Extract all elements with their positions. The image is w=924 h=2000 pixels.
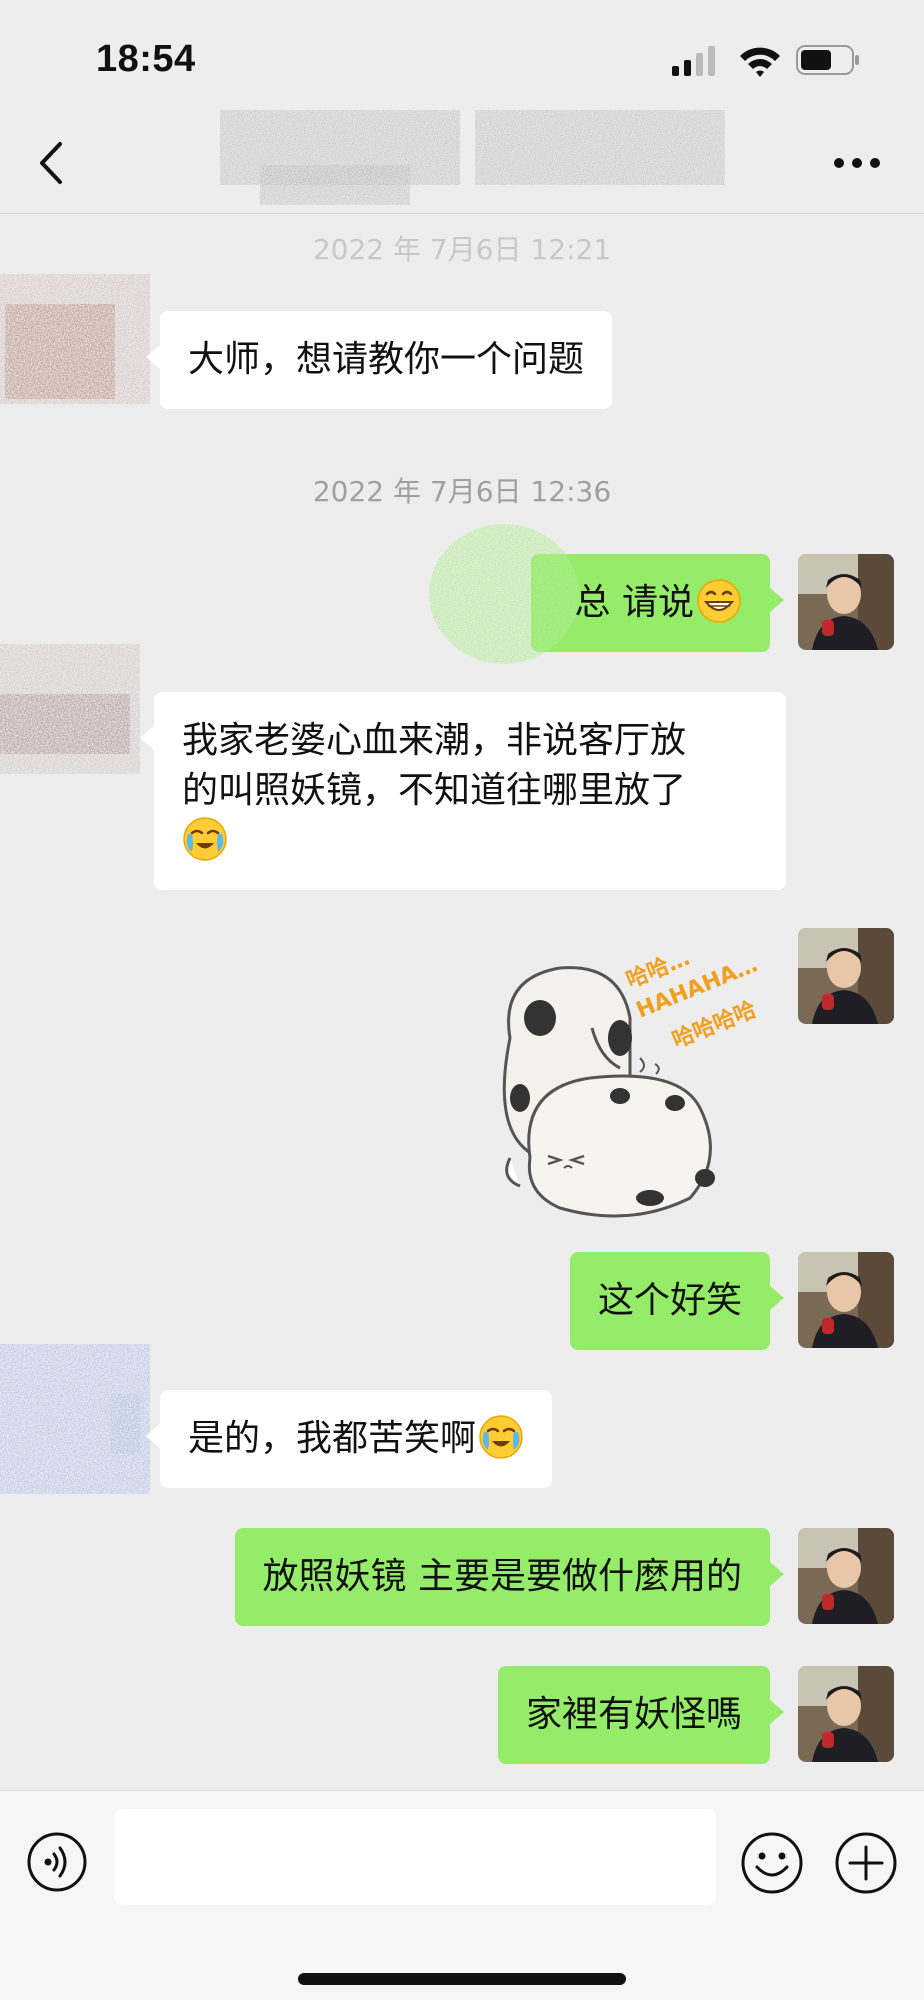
message-text: 总 请说 (574, 582, 694, 623)
user-avatar-photo (798, 554, 894, 650)
laughing-panda-sticker: 哈哈… HAHAHA… 哈哈哈哈 (502, 945, 761, 1218)
emoji-picker-icon[interactable] (740, 1831, 804, 1895)
cellular-signal-icon (672, 46, 715, 76)
more-options-icon[interactable] (832, 156, 882, 170)
user-avatar-photo (798, 1252, 894, 1348)
message-input[interactable] (114, 1809, 716, 1905)
home-indicator (298, 1973, 626, 1985)
chat-messages[interactable]: 2022 年 7月6日 12:21 大师，想请教你一个问题 2022 年 7月6… (0, 214, 924, 1790)
message-text: 是的，我都苦笑啊 (188, 1418, 477, 1459)
redaction-scribble (429, 524, 579, 664)
message-text-line: 的叫照妖镜，不知道往哪里放了 (182, 770, 687, 811)
message-text: 放照妖镜 主要是要做什麼用的 (262, 1556, 742, 1597)
more-functions-plus-icon[interactable] (834, 1831, 898, 1895)
redacted-avatar (0, 644, 140, 774)
timestamp: 2022 年 7月6日 12:36 (312, 475, 612, 508)
user-avatar[interactable] (798, 1252, 894, 1348)
user-avatar[interactable] (798, 554, 894, 650)
redacted-avatar (0, 274, 150, 404)
message-text: 大师，想请教你一个问题 (188, 339, 585, 380)
user-avatar[interactable] (798, 928, 894, 1024)
redacted-avatar (0, 1344, 150, 1494)
message-text-line: 我家老婆心血来潮，非说客厅放 (182, 720, 687, 761)
message-text: 家裡有妖怪嗎 (525, 1694, 742, 1735)
status-time: 18:54 (96, 38, 196, 80)
message-bubble-incoming[interactable]: 是的，我都苦笑啊 (145, 1390, 553, 1488)
user-avatar[interactable] (798, 1528, 894, 1624)
message-bubble-incoming[interactable]: 大师，想请教你一个问题 (145, 311, 613, 409)
battery-icon (796, 45, 859, 75)
loudly-crying-face-emoji-icon (479, 1415, 523, 1459)
message-bubble-incoming[interactable]: 我家老婆心血来潮，非说客厅放 的叫照妖镜，不知道往哪里放了 (140, 692, 786, 890)
user-avatar-photo (798, 928, 894, 1024)
message-bubble-outgoing[interactable]: 放照妖镜 主要是要做什麼用的 (234, 1528, 785, 1626)
user-avatar[interactable] (798, 1666, 894, 1762)
grinning-face-emoji-icon (697, 579, 741, 623)
user-avatar-photo (798, 1528, 894, 1624)
back-chevron-icon[interactable] (36, 140, 68, 186)
nav-bar (0, 110, 924, 214)
loudly-crying-face-emoji-icon (183, 817, 227, 861)
message-text: 这个好笑 (597, 1280, 742, 1321)
voice-input-icon[interactable] (26, 1831, 88, 1893)
message-bubble-outgoing[interactable]: 这个好笑 (569, 1252, 785, 1350)
title-redaction-scribble (220, 110, 725, 205)
sticker-message[interactable]: 哈哈… HAHAHA… 哈哈哈哈 (480, 928, 770, 1228)
message-bubble-outgoing[interactable]: 家裡有妖怪嗎 (497, 1666, 785, 1764)
input-bar (0, 1790, 924, 2000)
user-avatar-photo (798, 1666, 894, 1762)
status-bar: 18:54 (0, 0, 924, 110)
wifi-icon (740, 47, 780, 77)
